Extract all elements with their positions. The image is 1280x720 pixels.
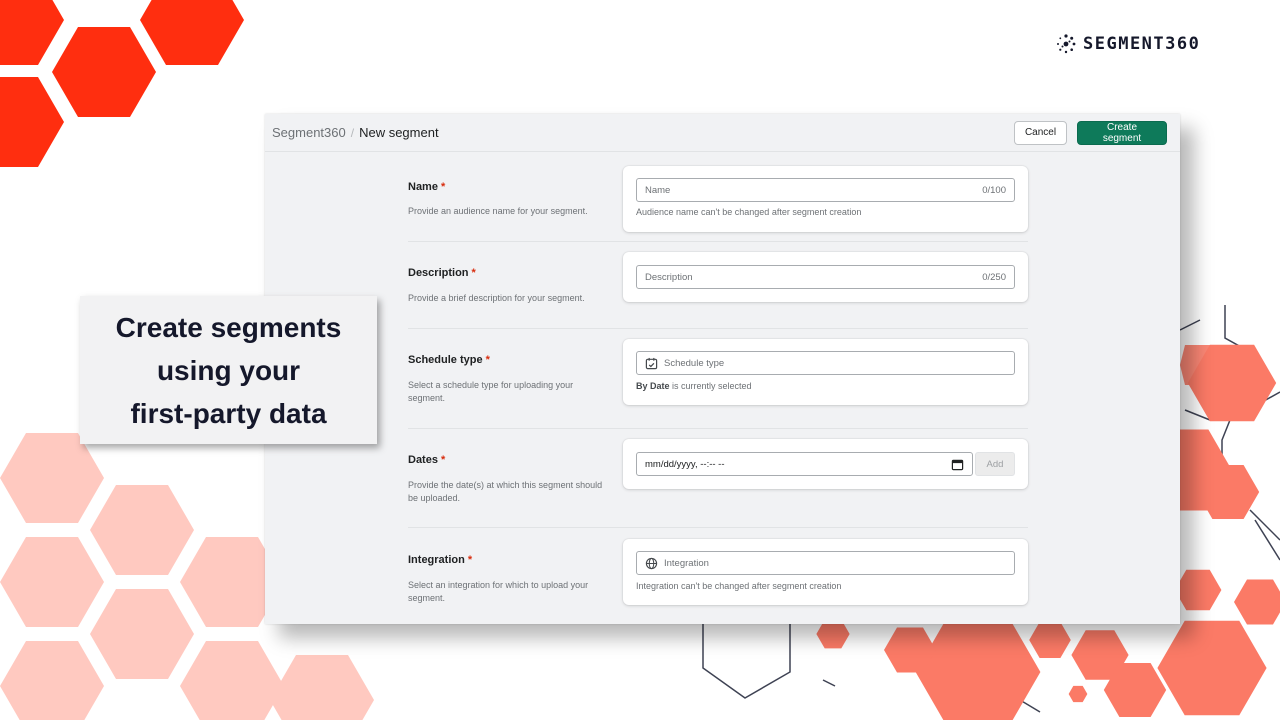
required-marker: * <box>440 454 446 466</box>
dates-label: Dates * <box>408 454 446 466</box>
schedule-type-label: Schedule type * <box>408 354 490 366</box>
integration-select[interactable]: Integration <box>636 551 1015 575</box>
calendar-check-icon <box>645 357 658 369</box>
name-input[interactable]: Name 0/100 <box>636 178 1015 202</box>
row-divider <box>408 527 1028 528</box>
name-char-counter: 0/100 <box>982 184 1006 196</box>
callout-text: Create segments using your first-party d… <box>115 311 342 429</box>
schedule-type-card: Schedule type By Date is currently selec… <box>623 339 1028 405</box>
name-placeholder: Name <box>645 184 671 196</box>
breadcrumb: Segment360 / New segment <box>272 125 439 140</box>
description-char-counter: 0/250 <box>982 271 1006 283</box>
description-help: Provide a brief description for your seg… <box>408 293 585 303</box>
integration-card: Integration Integration can't be changed… <box>623 539 1028 605</box>
name-card: Name 0/100 Audience name can't be change… <box>623 166 1028 232</box>
required-marker: * <box>467 554 473 566</box>
create-segment-button[interactable]: Create segment <box>1077 120 1167 145</box>
description-card: Description 0/250 <box>623 252 1028 302</box>
add-date-button[interactable]: Add <box>975 452 1015 476</box>
dates-card: mm/dd/yyyy, --:-- -- Add <box>623 439 1028 489</box>
description-input[interactable]: Description 0/250 <box>636 265 1015 289</box>
description-placeholder: Description <box>645 271 693 283</box>
integration-help: Select an integration for which to uploa… <box>408 580 589 603</box>
integration-row: Integration * Select an integration for w… <box>408 539 1028 605</box>
name-label: Name * <box>408 181 446 193</box>
integration-note: Integration can't be changed after segme… <box>636 581 842 591</box>
breadcrumb-root-link[interactable]: Segment360 <box>272 125 346 140</box>
schedule-type-row: Schedule type * Select a schedule type fo… <box>408 339 1028 405</box>
globe-icon <box>645 557 658 569</box>
schedule-type-placeholder: Schedule type <box>664 357 725 369</box>
cancel-button[interactable]: Cancel <box>1014 120 1067 145</box>
name-note: Audience name can't be changed after seg… <box>636 207 862 217</box>
row-divider <box>408 241 1028 242</box>
dots-ring-logo-icon <box>1057 34 1076 54</box>
required-marker: * <box>440 181 446 193</box>
date-time-input[interactable]: mm/dd/yyyy, --:-- -- <box>636 452 973 476</box>
app-window: Segment360 / New segment Cancel Create s… <box>265 114 1180 624</box>
calendar-icon[interactable] <box>951 458 964 471</box>
schedule-type-select[interactable]: Schedule type <box>636 351 1015 375</box>
header-actions: Cancel Create segment <box>1014 120 1167 145</box>
breadcrumb-separator: / <box>350 125 355 140</box>
brand-logo: SEGMENT360 <box>1055 33 1200 55</box>
schedule-type-help: Select a schedule type for uploading you… <box>408 380 574 403</box>
page-header: Segment360 / New segment Cancel Create s… <box>265 114 1180 152</box>
required-marker: * <box>471 267 476 279</box>
integration-label: Integration * <box>408 554 473 566</box>
dates-help: Provide the date(s) at which this segmen… <box>408 480 603 503</box>
page-title: New segment <box>359 125 439 140</box>
row-divider <box>408 328 1028 329</box>
description-label: Description * <box>408 267 476 279</box>
name-help: Provide an audience name for your segmen… <box>408 206 588 216</box>
brand-name: SEGMENT360 <box>1083 34 1201 54</box>
date-placeholder: mm/dd/yyyy, --:-- -- <box>645 458 725 470</box>
schedule-type-note: By Date is currently selected <box>636 381 752 391</box>
row-divider <box>408 428 1028 429</box>
feature-callout: Create segments using your first-party d… <box>80 296 377 444</box>
name-row: Name * Provide an audience name for your … <box>408 166 1028 232</box>
integration-placeholder: Integration <box>664 557 709 569</box>
description-row: Description * Provide a brief description… <box>408 252 1028 303</box>
required-marker: * <box>485 354 490 366</box>
dates-row: Dates * Provide the date(s) at which this… <box>408 439 1028 503</box>
